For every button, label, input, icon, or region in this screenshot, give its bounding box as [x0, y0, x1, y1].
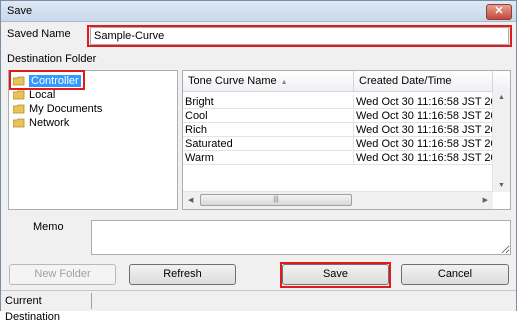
column-header-created[interactable]: Created Date/Time — [354, 71, 493, 91]
horizontal-scrollbar[interactable]: ◀ ||| ▶ — [183, 191, 493, 209]
table-row[interactable]: Warm Wed Oct 30 11:16:58 JST 2013 — [183, 151, 493, 165]
window-title: Save — [7, 5, 33, 17]
table-row[interactable]: Bright Wed Oct 30 11:16:58 JST 2013 — [183, 95, 493, 109]
cell-created: Wed Oct 30 11:16:58 JST 2013 — [354, 95, 493, 109]
scroll-down-icon[interactable]: ▼ — [498, 182, 505, 189]
memo-label: Memo — [33, 221, 64, 233]
folder-item-local[interactable]: Local — [13, 88, 55, 102]
folder-item-controller[interactable]: Controller — [13, 74, 81, 88]
save-button[interactable]: Save — [282, 264, 389, 285]
vertical-scrollbar[interactable]: ▲ ▼ — [492, 91, 510, 192]
cell-name: Rich — [183, 123, 354, 137]
table-row[interactable]: Cool Wed Oct 30 11:16:58 JST 2013 — [183, 109, 493, 123]
status-bar: Current Destination — [1, 290, 516, 323]
column-header-label: Created Date/Time — [359, 75, 452, 87]
sort-icon: ▲ — [280, 79, 288, 86]
folder-label: Local — [29, 89, 56, 101]
folder-item-my-documents[interactable]: My Documents — [13, 102, 102, 116]
folder-icon — [13, 76, 25, 86]
folder-tree[interactable]: Controller Local My Documents Network — [8, 70, 178, 210]
saved-name-input[interactable] — [90, 27, 509, 45]
cell-created: Wed Oct 30 11:16:58 JST 2013 — [354, 137, 493, 151]
save-dialog: Save ✕ Saved Name Destination Folder Con… — [0, 0, 517, 323]
current-destination-status: Current Destination — [3, 293, 92, 323]
tone-curve-table[interactable]: Tone Curve Name ▲ Created Date/Time Brigh… — [182, 70, 511, 210]
cell-name: Warm — [183, 151, 354, 165]
folder-label: My Documents — [29, 103, 103, 115]
title-bar: Save ✕ — [1, 1, 516, 22]
folder-icon — [13, 90, 25, 100]
folder-icon — [13, 118, 25, 128]
table-header: Tone Curve Name ▲ Created Date/Time — [183, 71, 510, 92]
scroll-right-icon[interactable]: ▶ — [483, 196, 488, 204]
close-button[interactable]: ✕ — [486, 4, 512, 20]
scrollbar-thumb[interactable]: ||| — [200, 194, 352, 206]
cell-name: Saturated — [183, 137, 354, 151]
folder-label: Network — [29, 117, 70, 129]
column-header-label: Tone Curve Name — [188, 75, 277, 87]
scroll-left-icon[interactable]: ◀ — [188, 196, 193, 204]
saved-name-label: Saved Name — [7, 28, 71, 40]
scroll-up-icon[interactable]: ▲ — [498, 94, 505, 101]
cell-created: Wed Oct 30 11:16:58 JST 2013 — [354, 109, 493, 123]
cell-name: Bright — [183, 95, 354, 109]
table-row[interactable]: Rich Wed Oct 30 11:16:58 JST 2013 — [183, 123, 493, 137]
cancel-button[interactable]: Cancel — [401, 264, 509, 285]
destination-folder-label: Destination Folder — [7, 53, 97, 65]
memo-field[interactable] — [91, 220, 511, 255]
cell-created: Wed Oct 30 11:16:58 JST 2013 — [354, 123, 493, 137]
table-row[interactable]: Saturated Wed Oct 30 11:16:58 JST 2013 — [183, 137, 493, 151]
folder-label: Controller — [29, 75, 81, 87]
folder-item-network[interactable]: Network — [13, 116, 69, 130]
refresh-button[interactable]: Refresh — [129, 264, 236, 285]
column-header-name[interactable]: Tone Curve Name ▲ — [183, 71, 354, 91]
folder-icon — [13, 104, 25, 114]
new-folder-button[interactable]: New Folder — [9, 264, 116, 285]
cell-name: Cool — [183, 109, 354, 123]
cell-created: Wed Oct 30 11:16:58 JST 2013 — [354, 151, 493, 165]
